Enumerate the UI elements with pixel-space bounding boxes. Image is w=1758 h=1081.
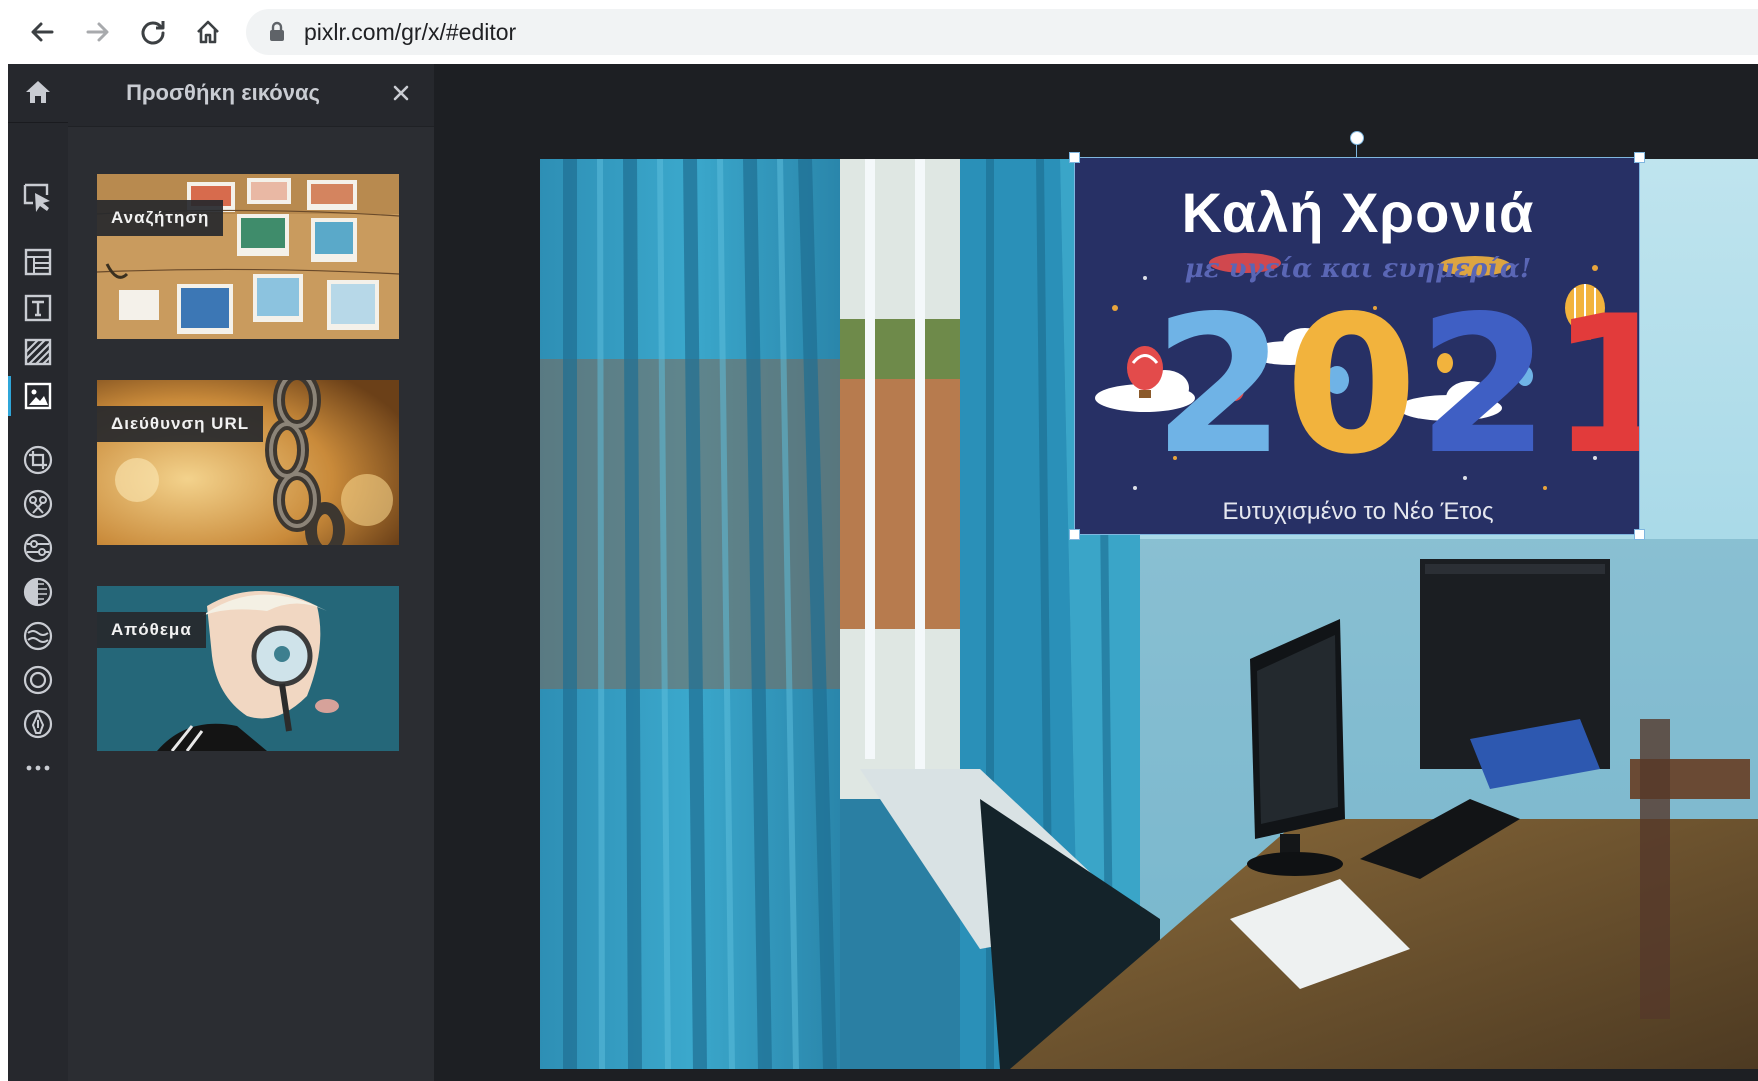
filter-icon [23,577,53,607]
crop-tool[interactable] [16,438,60,482]
image-icon [24,382,52,410]
liquify-icon [23,621,53,651]
stock-thumbnail [97,586,399,751]
rotate-handle[interactable] [1350,131,1364,145]
new-year-image-layer[interactable]: Καλή Χρονιά με υγεία και ευημερία! 2 0 2… [1069,131,1645,540]
panel-title: Προσθήκη εικόνας [126,80,320,105]
home-icon [26,81,50,103]
add-image-panel: Προσθήκη εικόνας Αναζήτηση Διεύθυνση URL… [68,64,434,1081]
layout-tool[interactable] [16,240,60,284]
cutout-icon [23,489,53,519]
year-digit-1: 2 [1153,275,1286,496]
stock-source-card[interactable]: Απόθεμα [97,586,399,751]
home-tool[interactable] [16,70,60,114]
url-source-card[interactable]: Διεύθυνση URL [97,380,399,545]
more-icon [26,765,50,771]
search-thumbnail [97,174,399,339]
adjust-tool[interactable] [16,526,60,570]
tool-sidebar [8,64,68,1081]
liquify-tool[interactable] [16,614,60,658]
home-button[interactable] [188,12,228,52]
browser-home-icon [197,20,219,44]
forward-arrow-icon [86,22,109,42]
pattern-tool[interactable] [16,330,60,374]
address-bar[interactable]: pixlr.com/gr/x/#editor [246,9,1758,55]
crop-icon [23,445,53,475]
resize-handle-bottom-right[interactable] [1634,529,1645,540]
layer-title: Καλή Χρονιά [1181,181,1535,244]
search-source-card[interactable]: Αναζήτηση [97,174,399,339]
focus-tool[interactable] [16,658,60,702]
year-digits: 2 0 2 1 [1153,275,1639,496]
url-source-label: Διεύθυνση URL [97,406,264,442]
pattern-icon [24,338,52,366]
reload-icon [141,21,165,45]
year-digit-3: 2 [1417,275,1550,496]
filter-tool[interactable] [16,570,60,614]
url-text: pixlr.com/gr/x/#editor [304,19,517,45]
layout-icon [24,248,52,276]
panel-header: Προσθήκη εικόνας [68,64,434,127]
layer-footer: Ευτυχισμένο το Νέο Έτος [1222,498,1494,525]
canvas-workspace[interactable]: Καλή Χρονιά με υγεία και ευημερία! 2 0 2… [434,64,1758,1081]
stock-source-label: Απόθεμα [97,612,206,648]
arrange-tool[interactable] [16,176,60,220]
new-year-card: Καλή Χρονιά με υγεία και ευημερία! 2 0 2… [1074,157,1640,535]
browser-toolbar: pixlr.com/gr/x/#editor [0,0,1758,64]
resize-handle-top-left[interactable] [1069,152,1080,163]
draw-icon [23,709,53,739]
add-image-tool[interactable] [8,374,60,418]
text-tool[interactable] [16,286,60,330]
more-tools-button[interactable] [16,746,60,790]
lock-icon [270,21,284,41]
back-arrow-icon [31,22,54,42]
resize-handle-bottom-left[interactable] [1069,529,1080,540]
text-icon [24,294,52,322]
draw-tool[interactable] [16,702,60,746]
url-thumbnail [97,380,399,545]
cutout-tool[interactable] [16,482,60,526]
focus-icon [23,665,53,695]
resize-handle-top-right[interactable] [1634,152,1645,163]
toolbar-divider [8,122,68,123]
year-digit-4: 1 [1550,291,1639,481]
panel-close-button[interactable] [386,78,416,108]
adjust-icon [23,533,53,563]
editor-app: Προσθήκη εικόνας Αναζήτηση Διεύθυνση URL… [8,64,1758,1081]
reload-button[interactable] [133,12,173,52]
back-button[interactable] [22,12,62,52]
search-source-label: Αναζήτηση [97,200,224,236]
arrange-icon [23,183,50,212]
close-icon [393,85,409,101]
year-digit-2: 0 [1285,275,1418,496]
forward-button[interactable] [78,12,118,52]
